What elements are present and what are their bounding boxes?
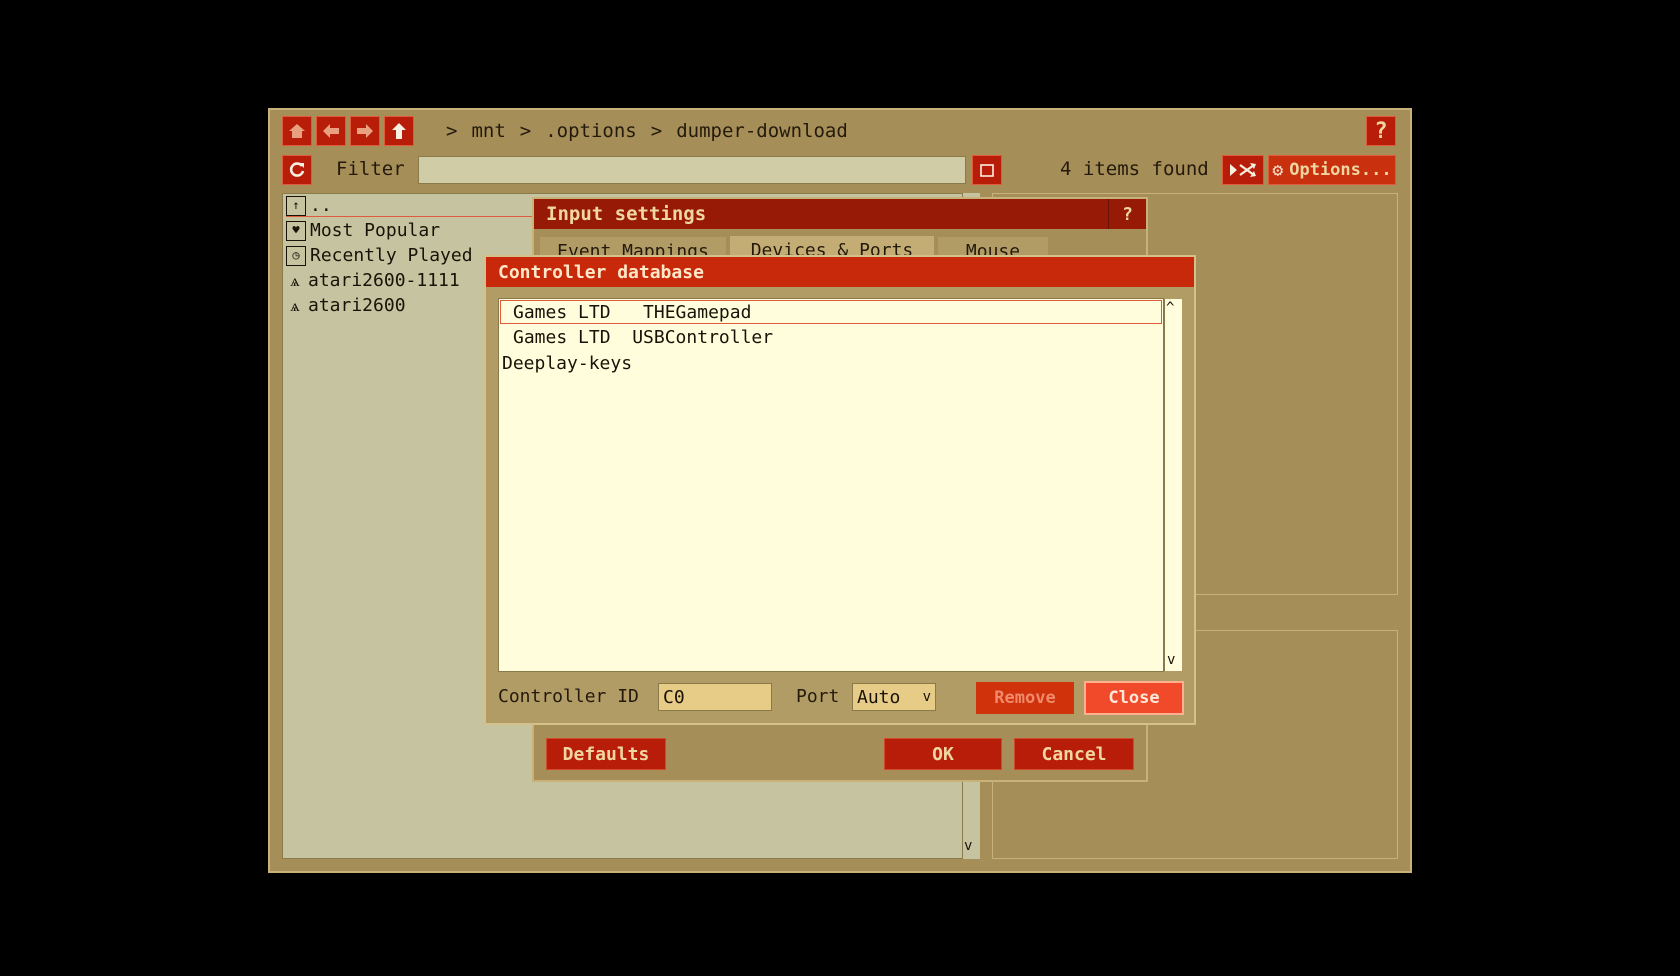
controller-row-label: Games LTD THEGamepad xyxy=(513,301,752,323)
port-select[interactable]: Auto v xyxy=(852,683,936,711)
cancel-label: Cancel xyxy=(1041,743,1107,765)
breadcrumb-separator: > xyxy=(519,120,532,142)
list-item-recently-played[interactable]: ◷ Recently Played xyxy=(286,245,473,266)
clock-icon: ◷ xyxy=(286,245,306,266)
list-item-most-popular[interactable]: ♥ Most Popular xyxy=(286,220,440,241)
arrow-right-icon xyxy=(357,124,373,138)
up-button[interactable] xyxy=(384,116,414,146)
controller-row[interactable]: Deeplay-keys xyxy=(500,351,1162,375)
arrow-up-icon xyxy=(392,123,406,139)
remove-label: Remove xyxy=(994,688,1056,708)
cancel-button[interactable]: Cancel xyxy=(1014,738,1134,770)
ok-label: OK xyxy=(932,743,954,765)
controller-row-label: Games LTD USBController xyxy=(513,326,774,348)
options-button[interactable]: ⚙ Options... xyxy=(1268,155,1396,185)
clear-filter-button[interactable] xyxy=(972,155,1002,185)
tab-devices-ports[interactable]: Devices & Ports xyxy=(730,236,934,257)
close-button[interactable]: Close xyxy=(1084,681,1184,715)
home-icon xyxy=(289,124,305,138)
controller-row[interactable]: Games LTD USBController xyxy=(500,325,1162,349)
input-settings-titlebar: Input settings xyxy=(534,199,1146,229)
dialog-title: Controller database xyxy=(498,261,704,283)
help-label: ? xyxy=(1122,203,1133,225)
list-item-label: atari2600-1111 xyxy=(308,270,460,291)
list-item-label: atari2600 xyxy=(308,295,406,316)
chevron-down-icon[interactable]: v xyxy=(964,838,972,854)
tab-event-mappings[interactable]: Event Mappings xyxy=(540,237,726,257)
atari-icon: ѧ xyxy=(290,270,300,290)
reload-icon xyxy=(289,162,305,177)
controller-database-titlebar: Controller database xyxy=(486,257,1194,287)
breadcrumb: > mnt > .options > dumper-download xyxy=(446,120,848,142)
chevron-down-icon: v xyxy=(922,689,931,705)
list-item-parent[interactable]: ↑ .. xyxy=(286,195,536,217)
shuffle-icon xyxy=(1230,163,1256,177)
breadcrumb-dumper-download[interactable]: dumper-download xyxy=(676,120,848,142)
defaults-button[interactable]: Defaults xyxy=(546,738,666,770)
gear-icon: ⚙ xyxy=(1272,159,1284,181)
list-item-atari2600[interactable]: ѧ atari2600 xyxy=(286,295,406,316)
list-item-label: .. xyxy=(310,195,332,216)
chevron-up-icon[interactable]: ^ xyxy=(1166,300,1174,316)
reload-button[interactable] xyxy=(282,155,312,185)
controller-list-scrollbar[interactable] xyxy=(1164,299,1182,671)
tab-mouse[interactable]: Mouse xyxy=(938,237,1048,257)
heart-icon: ♥ xyxy=(286,220,306,241)
help-button[interactable]: ? xyxy=(1366,116,1396,146)
random-button[interactable] xyxy=(1222,155,1264,185)
chevron-down-icon[interactable]: v xyxy=(1167,652,1175,668)
controller-id-label: Controller ID xyxy=(498,686,639,707)
controller-row[interactable]: Games LTD THEGamepad xyxy=(500,300,1162,324)
folder-up-icon: ↑ xyxy=(286,195,306,216)
breadcrumb-separator: > xyxy=(650,120,663,142)
breadcrumb-separator: > xyxy=(446,120,458,142)
port-label: Port xyxy=(796,686,840,707)
controller-row-label: Deeplay-keys xyxy=(502,352,633,374)
back-button[interactable] xyxy=(316,116,346,146)
filter-label: Filter xyxy=(336,158,405,180)
forward-button[interactable] xyxy=(350,116,380,146)
list-item-label: Most Popular xyxy=(310,220,441,241)
remove-button[interactable]: Remove xyxy=(976,682,1074,714)
atari-icon: ѧ xyxy=(290,295,300,315)
breadcrumb-options[interactable]: .options xyxy=(545,120,637,142)
arrow-left-icon xyxy=(323,124,339,138)
list-item-label: Recently Played xyxy=(310,245,473,266)
list-item-atari2600-1111[interactable]: ѧ atari2600-1111 xyxy=(286,270,460,291)
help-label: ? xyxy=(1374,118,1388,144)
breadcrumb-mnt[interactable]: mnt xyxy=(471,120,505,142)
home-button[interactable] xyxy=(282,116,312,146)
ok-button[interactable]: OK xyxy=(884,738,1002,770)
options-label: Options... xyxy=(1289,160,1392,180)
close-label: Close xyxy=(1108,688,1160,708)
dialog-title: Input settings xyxy=(546,203,707,225)
filter-input[interactable] xyxy=(418,156,966,184)
port-value: Auto xyxy=(857,686,901,708)
square-icon xyxy=(980,164,994,177)
dialog-help-button[interactable]: ? xyxy=(1108,199,1146,229)
defaults-label: Defaults xyxy=(562,743,650,765)
items-found-label: 4 items found xyxy=(1060,158,1209,180)
controller-id-field[interactable]: C0 xyxy=(658,683,772,711)
